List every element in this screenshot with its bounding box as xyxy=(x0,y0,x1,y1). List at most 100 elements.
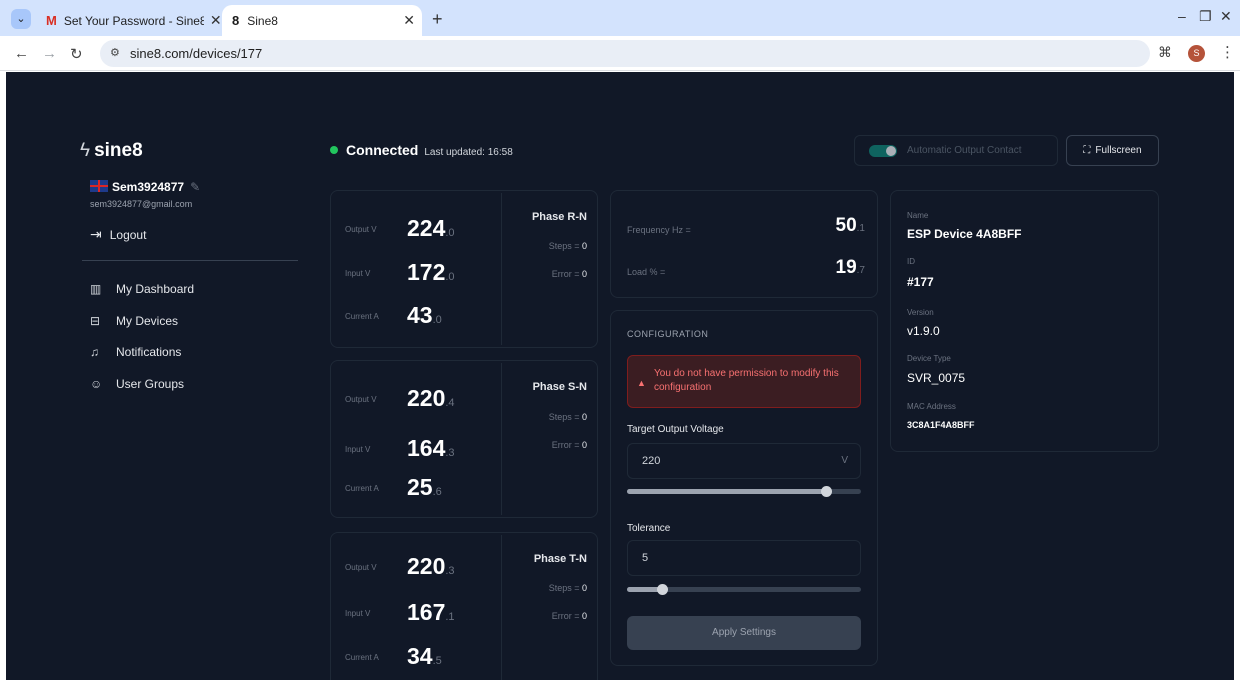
sine8-favicon-icon: 8 xyxy=(232,13,240,28)
new-tab-icon[interactable]: + xyxy=(432,9,443,30)
fullscreen-button[interactable]: ⛶ Fullscreen xyxy=(1066,135,1159,166)
logout-label: Logout xyxy=(109,228,147,242)
phase-card-s: Output V 220.4 Input V 164.3 Current A 2… xyxy=(330,360,598,518)
browser-toolbar: ← → ↻ ⚙ sine8.com/devices/177 ⌘ S ⋮ xyxy=(0,36,1240,71)
mac-address: 3C8A1F4A8BFF xyxy=(907,420,975,430)
sidebar-divider xyxy=(82,260,298,261)
address-bar[interactable]: ⚙ sine8.com/devices/177 xyxy=(100,40,1150,67)
user-email: sem3924877@gmail.com xyxy=(90,199,193,209)
metric-value: 25.6 xyxy=(407,474,442,500)
metric-label: Input V xyxy=(345,269,371,278)
metric-value: 167.1 xyxy=(407,599,455,625)
app-root: ϟ sine8 Sem3924877 ✎ sem3924877@gmail.com … xyxy=(6,72,1234,680)
apply-settings-button[interactable]: Apply Settings xyxy=(627,616,861,650)
target-voltage-slider[interactable] xyxy=(627,486,861,497)
steps-stat: Steps = 0 xyxy=(548,412,587,422)
metric-label: Current A xyxy=(345,312,379,321)
slider-handle[interactable] xyxy=(657,584,669,595)
sidebar-item-notifications[interactable]: ♫ Notifications xyxy=(90,345,181,359)
tolerance-label: Tolerance xyxy=(627,523,671,534)
card-divider xyxy=(501,363,502,515)
name-label: Name xyxy=(907,211,929,220)
sidebar-item-user-groups[interactable]: ☺ User Groups xyxy=(90,377,184,391)
metric-value: 34.5 xyxy=(407,643,442,669)
tab-title: Sine8 xyxy=(247,13,278,28)
tolerance-input[interactable]: 5 xyxy=(627,540,861,576)
id-label: ID xyxy=(907,257,915,266)
close-tab-icon[interactable]: ✕ xyxy=(210,12,222,29)
card-divider xyxy=(501,193,502,345)
toggle-switch[interactable] xyxy=(869,145,897,157)
phase-card-t: Output V 220.3 Input V 167.1 Current A 3… xyxy=(330,532,598,680)
warning-text: You do not have permission to modify thi… xyxy=(654,368,839,393)
tab-title: Set Your Password - Sine8 - sen xyxy=(63,13,204,28)
tab-sine8[interactable]: 8 Sine8 ✕ xyxy=(222,5,422,36)
permission-warning: ▲ You do not have permission to modify t… xyxy=(627,355,861,408)
toggle-label: Automatic Output Contact xyxy=(907,145,1022,156)
device-info-card: Name ESP Device 4A8BFF ID #177 Version v… xyxy=(890,190,1159,452)
back-icon[interactable]: ← xyxy=(14,45,29,62)
metric-label: Input V xyxy=(345,445,371,454)
browser-tab-strip: ⌄ M Set Your Password - Sine8 - sen ✕ 8 … xyxy=(0,0,1240,36)
steps-stat: Steps = 0 xyxy=(548,583,587,593)
bar-chart-icon: ▥ xyxy=(90,282,102,296)
last-updated: Last updated: 16:58 xyxy=(424,147,513,158)
app-logo[interactable]: ϟ sine8 xyxy=(80,140,143,162)
sidebar-item-dashboard[interactable]: ▥ My Dashboard xyxy=(90,282,194,296)
edit-icon[interactable]: ✎ xyxy=(190,180,200,194)
close-tab-icon[interactable]: ✕ xyxy=(403,12,415,29)
sidebar-item-devices[interactable]: ⊟ My Devices xyxy=(90,314,178,328)
sidebar-item-label: My Devices xyxy=(116,314,179,328)
target-voltage-unit: V xyxy=(841,455,848,466)
profile-avatar[interactable]: S xyxy=(1188,45,1205,62)
metric-label: Output V xyxy=(345,225,377,234)
device-type-label: Device Type xyxy=(907,354,951,363)
tab-gmail[interactable]: M Set Your Password - Sine8 - sen ✕ xyxy=(40,5,224,36)
gmail-favicon-icon: M xyxy=(46,13,57,28)
user-name-text: Sem3924877 xyxy=(112,180,185,194)
configuration-heading: CONFIGURATION xyxy=(627,329,709,339)
metric-label: Input V xyxy=(345,609,371,618)
warning-icon: ▲ xyxy=(637,378,646,388)
error-stat: Error = 0 xyxy=(551,269,587,279)
site-info-icon[interactable]: ⚙ xyxy=(110,46,120,59)
restore-icon[interactable]: ❐ xyxy=(1199,8,1212,25)
tolerance-slider[interactable] xyxy=(627,584,861,595)
reload-icon[interactable]: ↻ xyxy=(70,45,83,63)
users-icon: ☺ xyxy=(90,377,103,391)
phase-title: Phase S-N xyxy=(532,381,587,393)
uk-flag-icon xyxy=(90,180,108,192)
forward-icon[interactable]: → xyxy=(42,45,57,62)
close-window-icon[interactable]: ✕ xyxy=(1220,8,1232,25)
user-name: Sem3924877 ✎ xyxy=(90,180,200,194)
browser-menu-icon[interactable]: ⋮ xyxy=(1220,43,1235,61)
automatic-output-contact-toggle[interactable]: Automatic Output Contact xyxy=(854,135,1058,166)
url-text: sine8.com/devices/177 xyxy=(130,46,263,61)
fullscreen-label: Fullscreen xyxy=(1095,145,1142,156)
fullscreen-icon: ⛶ xyxy=(1083,145,1091,156)
target-voltage-input[interactable]: 220 V xyxy=(627,443,861,479)
slider-handle[interactable] xyxy=(820,486,832,497)
target-voltage-label: Target Output Voltage xyxy=(627,424,724,435)
tab-search-icon[interactable]: ⌄ xyxy=(11,9,31,29)
card-divider xyxy=(501,535,502,680)
devices-icon: ⊟ xyxy=(90,314,101,328)
metric-value: 43.0 xyxy=(407,302,442,328)
frequency-row: Frequency Hz = 50.1 xyxy=(627,215,865,243)
connection-status: Connected Last updated: 16:58 xyxy=(330,142,513,158)
logout-button[interactable]: ⇥ Logout xyxy=(90,226,146,243)
tolerance-value: 5 xyxy=(642,552,649,564)
sidebar-item-label: My Dashboard xyxy=(116,282,195,296)
metric-value: 220.3 xyxy=(407,553,455,579)
metric-value: 220.4 xyxy=(407,385,455,411)
load-row: Load % = 19.7 xyxy=(627,257,865,285)
error-stat: Error = 0 xyxy=(551,611,587,621)
device-version: v1.9.0 xyxy=(907,324,940,338)
configuration-card: CONFIGURATION ▲ You do not have permissi… xyxy=(610,310,878,666)
device-type: SVR_0075 xyxy=(907,371,966,385)
metric-label: Output V xyxy=(345,563,377,572)
metric-label: Output V xyxy=(345,395,377,404)
minimize-icon[interactable]: – xyxy=(1178,8,1186,24)
translate-icon[interactable]: ⌘ xyxy=(1158,44,1172,61)
sidebar-item-label: Notifications xyxy=(116,345,182,359)
